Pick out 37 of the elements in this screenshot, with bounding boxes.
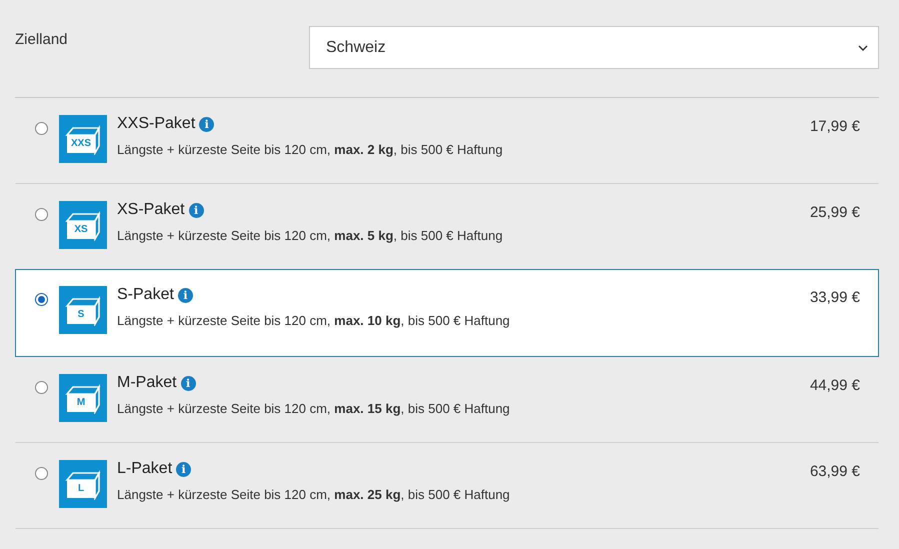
info-icon[interactable]: i (180, 376, 196, 390)
info-icon[interactable]: i (176, 462, 192, 476)
chevron-down-icon (858, 44, 868, 50)
radio-button[interactable] (35, 293, 48, 306)
package-price: 33,99 € (810, 289, 860, 306)
package-price: 44,99 € (810, 377, 860, 394)
package-icon: M (59, 374, 107, 422)
radio-button[interactable] (35, 381, 48, 394)
info-icon[interactable]: i (199, 116, 214, 132)
package-price: 25,99 € (810, 204, 860, 221)
package-icon: XXS (59, 115, 107, 163)
package-icon: S (59, 286, 107, 334)
package-description: Längste + kürzeste Seite bis 120 cm, max. 10 kg, bis 500 € Haftung (117, 313, 511, 328)
radio-button[interactable] (35, 122, 48, 135)
package-option[interactable]: XXS XXS-Paket i Längste + kürzeste Seite bis 120 cm, max. 2 kg, bis 500 € Haftung 17,99 € (15, 98, 879, 184)
package-description: Längste + kürzeste Seite bis 120 cm, max. 25 kg, bis 500 € Haftung (117, 487, 511, 502)
package-name: M-Paket (117, 374, 177, 392)
package-icon: XS (59, 201, 107, 249)
package-description: Längste + kürzeste Seite bis 120 cm, max. 15 kg, bis 500 € Haftung (117, 401, 511, 416)
radio-button[interactable] (35, 208, 48, 221)
package-name: XXS-Paket (117, 115, 196, 133)
package-name: L-Paket (117, 460, 172, 478)
selected-package-option[interactable]: S S-Paket i Längste + kürzeste Seite bis 120 cm, max. 10 kg, bis 500 € Haftung 33,99 € (15, 269, 879, 357)
package-price: 63,99 € (810, 463, 860, 480)
package-name: XS-Paket (117, 201, 185, 219)
package-name: S-Paket (117, 286, 174, 304)
info-icon[interactable]: i (178, 288, 193, 302)
country-select[interactable]: Schweiz (309, 26, 879, 69)
package-description: Längste + kürzeste Seite bis 120 cm, max. 5 kg, bis 500 € Haftung (117, 228, 504, 243)
info-icon[interactable]: i (188, 202, 204, 218)
package-option[interactable]: M M-Paket i Längste + kürzeste Seite bis 120 cm, max. 15 kg, bis 500 € Haftung 44,99 € (15, 357, 879, 443)
destination-label: Zielland (15, 31, 68, 48)
package-icon: L (59, 460, 107, 508)
package-description: Längste + kürzeste Seite bis 120 cm, max. 2 kg, bis 500 € Haftung (117, 142, 504, 157)
radio-button[interactable] (35, 467, 48, 480)
package-option[interactable]: L L-Paket i Längste + kürzeste Seite bis 120 cm, max. 25 kg, bis 500 € Haftung 63,99 € (15, 443, 879, 529)
package-price: 17,99 € (810, 118, 860, 135)
